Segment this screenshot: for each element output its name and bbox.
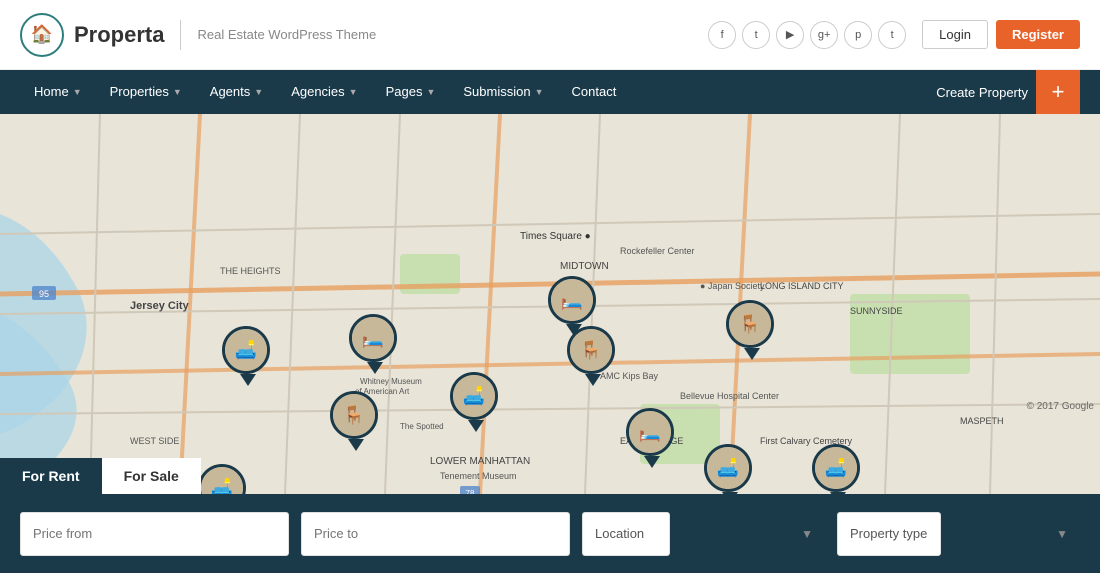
nav-label-properties: Properties — [110, 70, 169, 114]
property-type-select-arrow: ▼ — [1056, 527, 1068, 541]
svg-text:LOWER MANHATTAN: LOWER MANHATTAN — [430, 456, 530, 467]
location-select-wrapper: Location New York Brooklyn Manhattan Que… — [582, 512, 825, 556]
nav-item-contact[interactable]: Contact — [558, 70, 631, 114]
svg-text:Whitney Museum: Whitney Museum — [360, 377, 422, 386]
nav-item-home[interactable]: Home ▼ — [20, 70, 96, 114]
nav-label-submission: Submission — [463, 70, 530, 114]
nav-label-pages: Pages — [386, 70, 423, 114]
nav-item-agencies[interactable]: Agencies ▼ — [277, 70, 371, 114]
nav-label-home: Home — [34, 70, 69, 114]
svg-text:Rockefeller Center: Rockefeller Center — [620, 246, 695, 256]
tab-for-sale[interactable]: For Sale — [102, 458, 201, 494]
social-icons: f t ▶ g+ p t — [708, 21, 906, 49]
svg-text:● Japan Society: ● Japan Society — [700, 281, 765, 291]
svg-text:WEST SIDE: WEST SIDE — [130, 436, 179, 446]
map-pin-1[interactable]: 🛋️ — [222, 326, 274, 384]
price-from-input[interactable] — [20, 512, 289, 556]
svg-text:95: 95 — [39, 289, 49, 299]
nav-create-property[interactable]: Create Property — [936, 85, 1028, 100]
svg-text:MIDTOWN: MIDTOWN — [560, 261, 609, 272]
nav-item-pages[interactable]: Pages ▼ — [372, 70, 450, 114]
price-to-input[interactable] — [301, 512, 570, 556]
map-pin-7[interactable]: 🪑 — [567, 326, 619, 384]
tumblr-icon[interactable]: t — [878, 21, 906, 49]
svg-text:Times Square ●: Times Square ● — [520, 231, 591, 242]
logo-icon: 🏠 — [20, 13, 64, 57]
logo-subtitle: Real Estate WordPress Theme — [197, 27, 376, 42]
tab-for-rent[interactable]: For Rent — [0, 458, 102, 494]
property-type-select-wrapper: Property type Apartment House Office Stu… — [837, 512, 1080, 556]
youtube-icon[interactable]: ▶ — [776, 21, 804, 49]
googleplus-icon[interactable]: g+ — [810, 21, 838, 49]
svg-text:LONG ISLAND CITY: LONG ISLAND CITY — [760, 281, 844, 291]
nav-plus-button[interactable]: + — [1036, 70, 1080, 114]
nav-arrow-pages: ▼ — [426, 70, 435, 114]
nav-item-submission[interactable]: Submission ▼ — [449, 70, 557, 114]
nav-label-contact: Contact — [572, 70, 617, 114]
logo-divider — [180, 20, 181, 50]
map-pin-3[interactable]: 🪑 — [330, 391, 382, 449]
svg-text:Bellevue Hospital Center: Bellevue Hospital Center — [680, 391, 779, 401]
svg-text:The Spotted: The Spotted — [400, 422, 444, 431]
twitter-icon[interactable]: t — [742, 21, 770, 49]
nav-items: Home ▼ Properties ▼ Agents ▼ Agencies ▼ … — [20, 70, 936, 114]
svg-text:Jersey City: Jersey City — [130, 300, 190, 312]
register-button[interactable]: Register — [996, 20, 1080, 49]
map-pin-9[interactable]: 🪑 — [726, 300, 778, 358]
nav-arrow-properties: ▼ — [173, 70, 182, 114]
header: 🏠 Properta Real Estate WordPress Theme f… — [0, 0, 1100, 70]
nav-item-properties[interactable]: Properties ▼ — [96, 70, 196, 114]
nav-item-agents[interactable]: Agents ▼ — [196, 70, 277, 114]
map-pin-10[interactable]: 🛋️ — [704, 444, 756, 494]
location-select[interactable]: Location New York Brooklyn Manhattan Que… — [582, 512, 670, 556]
property-type-select[interactable]: Property type Apartment House Office Stu… — [837, 512, 941, 556]
nav-label-agencies: Agencies — [291, 70, 344, 114]
logo-text: Properta — [74, 22, 164, 48]
login-button[interactable]: Login — [922, 20, 988, 49]
map-pin-11[interactable]: 🛋️ — [812, 444, 864, 494]
map-pin-8[interactable]: 🛏️ — [626, 408, 678, 466]
map-pin-2[interactable]: 🛏️ — [349, 314, 401, 372]
svg-text:THE HEIGHTS: THE HEIGHTS — [220, 266, 281, 276]
pinterest-icon[interactable]: p — [844, 21, 872, 49]
nav-arrow-agencies: ▼ — [349, 70, 358, 114]
google-attribution: © 2017 Google — [1027, 401, 1094, 412]
location-select-arrow: ▼ — [801, 527, 813, 541]
nav-arrow-submission: ▼ — [535, 70, 544, 114]
svg-text:Tenement Museum: Tenement Museum — [440, 471, 517, 481]
navbar: Home ▼ Properties ▼ Agents ▼ Agencies ▼ … — [0, 70, 1100, 114]
tab-bar: For Rent For Sale — [0, 458, 201, 494]
search-bar: Location New York Brooklyn Manhattan Que… — [0, 494, 1100, 573]
map-pin-5[interactable]: 🛋️ — [450, 372, 502, 430]
facebook-icon[interactable]: f — [708, 21, 736, 49]
map-pin-4[interactable]: 🛋️ — [198, 464, 250, 494]
svg-text:SUNNYSIDE: SUNNYSIDE — [850, 306, 903, 316]
map-container: Jersey City THE HEIGHTS MIDTOWN LONG ISL… — [0, 114, 1100, 494]
nav-label-agents: Agents — [210, 70, 250, 114]
nav-arrow-agents: ▼ — [254, 70, 263, 114]
nav-arrow-home: ▼ — [73, 70, 82, 114]
svg-text:MASPETH: MASPETH — [960, 416, 1004, 426]
